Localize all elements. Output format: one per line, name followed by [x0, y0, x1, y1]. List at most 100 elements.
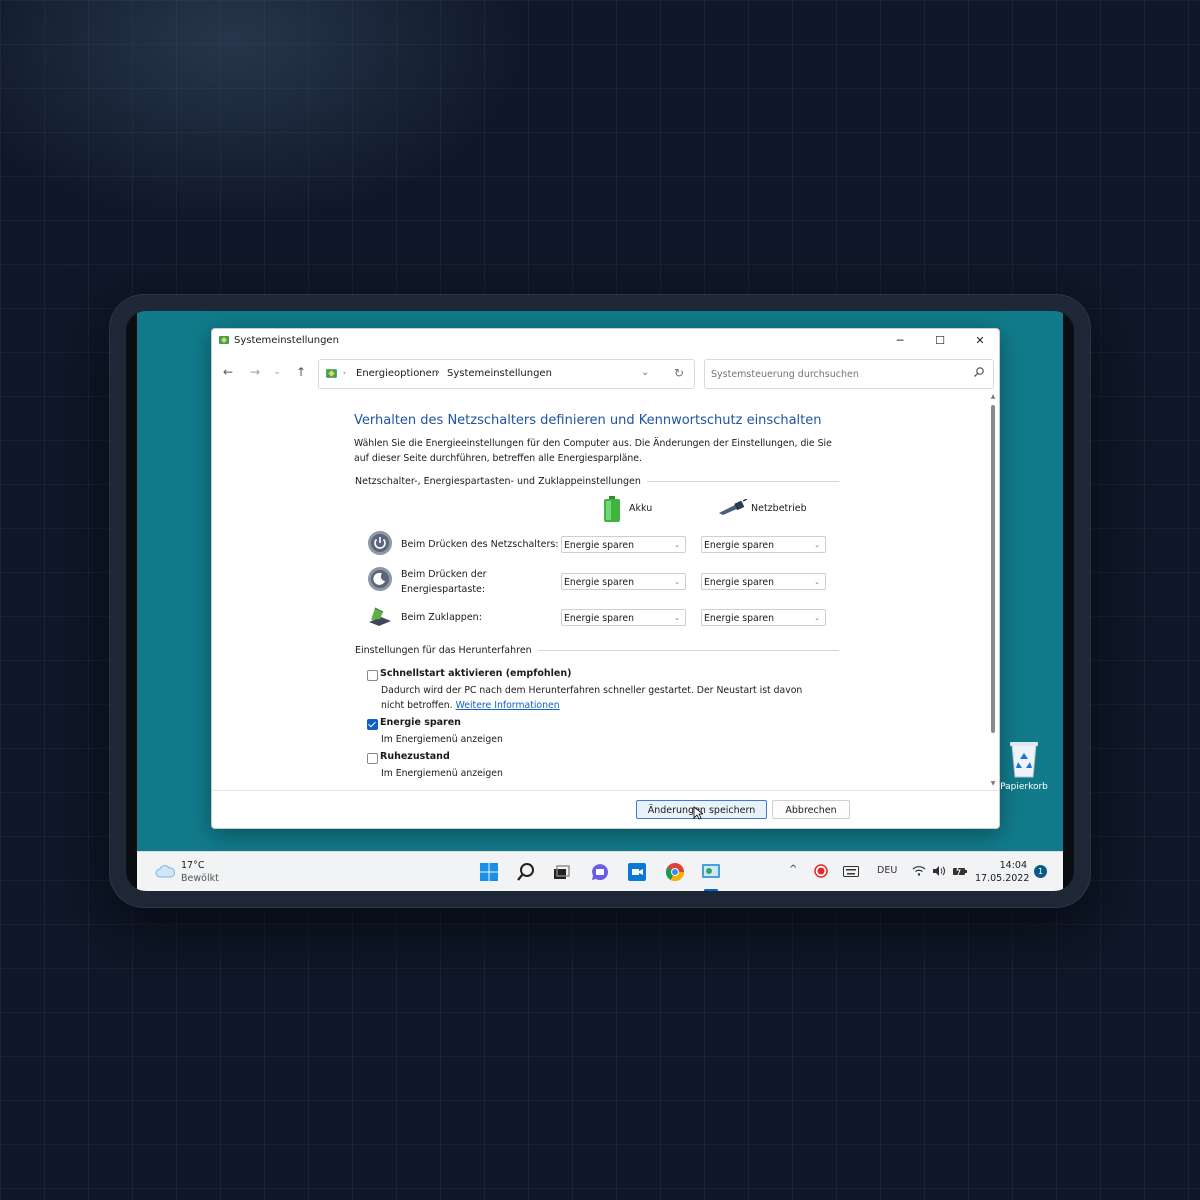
fast-startup-label[interactable]: Schnellstart aktivieren (empfohlen)	[380, 668, 571, 679]
language-indicator[interactable]: DEU	[877, 865, 897, 876]
chevron-down-icon: ⌄	[674, 578, 680, 586]
control-panel-icon	[326, 369, 337, 378]
address-dropdown-button[interactable]: ⌄	[641, 367, 649, 378]
column-battery: Akku	[629, 503, 653, 514]
hibernate-label[interactable]: Ruhezustand	[380, 751, 450, 762]
breadcrumb-separator[interactable]: ›	[436, 367, 440, 378]
laptop-lid-icon	[369, 607, 391, 626]
windows-start-icon[interactable]	[479, 862, 499, 882]
tablet-bezel: Systemeinstellungen ─ ☐ ✕ ← → ⌄ ↑ › Ener…	[126, 311, 1074, 891]
weather-condition[interactable]: Bewölkt	[181, 873, 219, 884]
record-icon[interactable]	[814, 864, 828, 878]
row-label-sleep-button: Beim Drücken der Energiespartaste:	[401, 569, 487, 595]
recycle-bin-label: Papierkorb	[1000, 782, 1048, 792]
title-bar[interactable]: Systemeinstellungen ─ ☐ ✕	[212, 329, 999, 353]
system-settings-window: Systemeinstellungen ─ ☐ ✕ ← → ⌄ ↑ › Ener…	[211, 328, 1000, 829]
scroll-up-arrow-icon[interactable]: ▲	[989, 393, 997, 400]
fast-startup-description: Dadurch wird der PC nach dem Herunterfah…	[381, 683, 821, 713]
keyboard-icon[interactable]	[843, 866, 859, 877]
sleep-option-description: Im Energiemenü anzeigen	[381, 734, 503, 745]
column-ac-power: Netzbetrieb	[751, 503, 807, 514]
recycle-bin[interactable]: Papierkorb	[999, 739, 1049, 792]
search-icon[interactable]	[973, 366, 985, 378]
row-label-power-button: Beim Drücken des Netzschalters:	[401, 539, 559, 550]
control-panel-app-icon	[219, 336, 229, 344]
sleep-option-label[interactable]: Energie sparen	[380, 717, 461, 728]
breadcrumb-prefix[interactable]: ›	[343, 369, 346, 377]
recent-locations-button[interactable]: ⌄	[268, 363, 286, 381]
close-button[interactable]: ✕	[961, 329, 999, 353]
fast-startup-desc-text: Dadurch wird der PC nach dem Herunterfah…	[381, 685, 803, 711]
power-button-ac-select[interactable]: Energie sparen ⌄	[701, 536, 826, 553]
select-value: Energie sparen	[564, 540, 634, 551]
search-box[interactable]	[704, 359, 994, 389]
sleep-button-ac-select[interactable]: Energie sparen ⌄	[701, 573, 826, 590]
minimize-button[interactable]: ─	[881, 329, 919, 353]
lid-close-battery-select[interactable]: Energie sparen ⌄	[561, 609, 686, 626]
content-area: Verhalten des Netzschalters definieren u…	[212, 393, 999, 790]
task-view-icon[interactable]	[551, 862, 571, 882]
hibernate-checkbox[interactable]	[367, 753, 378, 764]
scroll-down-arrow-icon[interactable]: ▼	[989, 780, 997, 787]
search-input[interactable]	[709, 364, 963, 384]
chevron-down-icon: ⌄	[674, 541, 680, 549]
page-description: Wählen Sie die Energieeinstellungen für …	[354, 438, 832, 464]
weather-temperature[interactable]: 17°C	[181, 860, 204, 871]
more-info-link[interactable]: Weitere Informationen	[456, 700, 560, 711]
active-app-indicator	[704, 889, 718, 891]
chevron-down-icon: ⌄	[814, 578, 820, 586]
window-title: Systemeinstellungen	[234, 335, 339, 346]
dialog-footer: Änderungen speichern Abbrechen	[212, 790, 999, 828]
select-value: Energie sparen	[704, 540, 774, 551]
show-hidden-icons-button[interactable]: ^	[789, 864, 797, 875]
mouse-cursor-icon	[693, 806, 703, 820]
shutdown-group-label: Einstellungen für das Herunterfahren	[355, 645, 538, 656]
address-bar[interactable]: › Energieoptionen › Systemeinstellungen …	[318, 359, 695, 389]
clock-time: 14:04	[999, 860, 1027, 871]
refresh-button[interactable]: ↻	[674, 366, 684, 380]
cloud-icon[interactable]	[155, 863, 175, 879]
select-value: Energie sparen	[704, 613, 774, 624]
control-panel-taskbar-icon[interactable]	[701, 862, 721, 882]
volume-icon[interactable]	[932, 865, 946, 877]
system-clock[interactable]: 14:04 17.05.2022	[975, 859, 1030, 885]
chevron-down-icon: ⌄	[814, 541, 820, 549]
select-value: Energie sparen	[704, 577, 774, 588]
chevron-down-icon: ⌄	[814, 614, 820, 622]
battery-charging-icon[interactable]	[952, 865, 968, 877]
navigation-bar: ← → ⌄ ↑ › Energieoptionen › Systemeinste…	[212, 357, 999, 389]
cancel-button[interactable]: Abbrechen	[772, 800, 850, 819]
forward-button[interactable]: →	[246, 363, 264, 381]
teams-chat-icon[interactable]	[590, 862, 610, 882]
sleep-button-icon	[368, 567, 392, 591]
sleep-option-checkbox[interactable]	[367, 719, 378, 730]
vertical-scrollbar[interactable]: ▲ ▼	[989, 393, 997, 787]
meet-icon[interactable]	[627, 862, 647, 882]
power-plug-icon	[719, 499, 747, 515]
select-value: Energie sparen	[564, 577, 634, 588]
lid-close-ac-select[interactable]: Energie sparen ⌄	[701, 609, 826, 626]
maximize-button[interactable]: ☐	[921, 329, 959, 353]
back-button[interactable]: ←	[219, 363, 237, 381]
power-button-group-label: Netzschalter-, Energiespartasten- und Zu…	[355, 476, 647, 487]
taskbar: 17°C Bewölkt ^ DEU 14:04 17.05.2022 1	[137, 851, 1063, 891]
clock-date: 17.05.2022	[975, 873, 1030, 884]
power-button-battery-select[interactable]: Energie sparen ⌄	[561, 536, 686, 553]
breadcrumb-energy-options[interactable]: Energieoptionen	[356, 368, 438, 379]
battery-icon	[604, 496, 620, 522]
page-title: Verhalten des Netzschalters definieren u…	[354, 413, 822, 428]
chrome-icon[interactable]	[665, 862, 685, 882]
fast-startup-checkbox[interactable]	[367, 670, 378, 681]
notification-badge[interactable]: 1	[1034, 865, 1047, 878]
hibernate-description: Im Energiemenü anzeigen	[381, 768, 503, 779]
row-label-lid-close: Beim Zuklappen:	[401, 612, 482, 623]
recycle-bin-icon	[1010, 742, 1038, 778]
wifi-icon[interactable]	[912, 865, 926, 877]
up-button[interactable]: ↑	[292, 363, 310, 381]
sleep-button-battery-select[interactable]: Energie sparen ⌄	[561, 573, 686, 590]
tablet-frame: Systemeinstellungen ─ ☐ ✕ ← → ⌄ ↑ › Ener…	[110, 295, 1090, 907]
breadcrumb-system-settings[interactable]: Systemeinstellungen	[447, 368, 552, 379]
chevron-down-icon: ⌄	[674, 614, 680, 622]
scrollbar-thumb[interactable]	[991, 405, 995, 733]
search-icon[interactable]	[516, 862, 536, 882]
